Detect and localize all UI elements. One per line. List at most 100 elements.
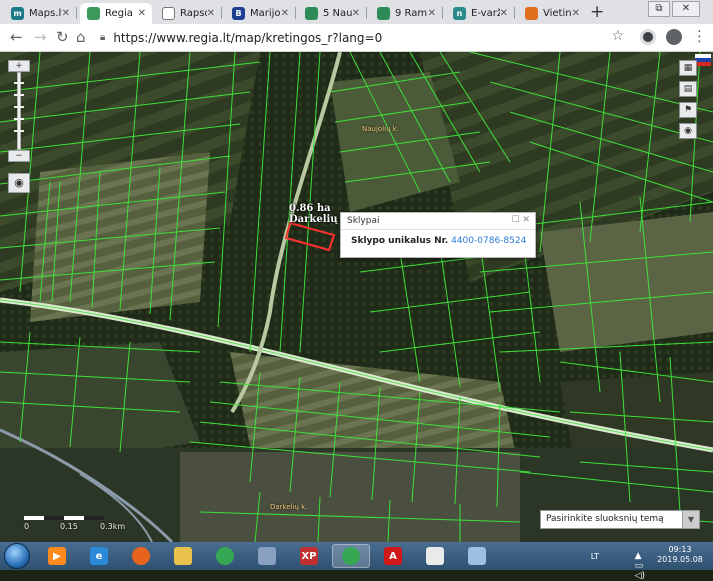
restore-window-button[interactable]: ⧉ [648,1,670,17]
browser-tab[interactable]: B Marijos✕ [225,3,295,24]
taskbar-app-button[interactable] [164,544,202,568]
browser-tab[interactable]: Rapso✕ [155,3,221,24]
layer-theme-value: Pasirinkite sluoksnių temą [546,514,664,524]
tab-close-icon[interactable]: ✕ [572,8,580,19]
language-indicator[interactable]: LT [591,552,599,561]
taskbar-app-button[interactable]: A [374,544,412,568]
e-auction-icon: n [453,7,466,20]
chevron-down-icon[interactable]: ▼ [682,511,699,528]
map-pin-icon [377,7,390,20]
browser-tab[interactable]: Regia ✕ [80,3,152,24]
xp-app-icon: XP [300,547,318,565]
firefox-icon [132,547,150,565]
tab-separator [442,7,443,19]
b-icon: B [232,7,245,20]
browser-tab-strip: + ⧉ ✕ mMaps.lt✕Regia✕Rapso✕BMarijos✕5 Na… [0,0,713,24]
parcel-number-link[interactable]: 4400-0786-8524 [451,236,526,246]
tab-label: Marijos [250,8,281,19]
taskbar-app-button[interactable] [122,544,160,568]
grid-view-icon[interactable]: ▦ [679,60,697,76]
taskbar-app-button[interactable]: e [80,544,118,568]
close-window-button[interactable]: ✕ [672,1,700,17]
tab-label: 5 Nauje [323,8,352,19]
bookmark-star-icon[interactable]: ☆ [611,28,624,44]
regia-icon [87,7,100,20]
locate-me-icon[interactable]: ◉ [8,173,30,193]
menu-kebab-icon[interactable]: ⋮ [692,27,707,45]
village-label-naujoliu: Naujolių k. [362,125,400,133]
tab-separator [514,7,515,19]
tab-close-icon[interactable]: ✕ [138,8,146,19]
scale-label-end: 0.3km [100,522,126,531]
taskbar-app-button[interactable] [416,544,454,568]
start-button[interactable] [4,543,30,569]
layers-icon[interactable]: ▤ [679,81,697,97]
taskbar-app-button[interactable] [248,544,286,568]
tab-separator [366,7,367,19]
browser-tab[interactable]: m Maps.lt ✕ [4,3,76,24]
clock-date: 2019.05.08 [657,555,703,564]
orange-globe-icon [525,7,538,20]
tray-icons[interactable]: ▲ ▭ ◁) [635,551,645,581]
chrome-icon [216,547,234,565]
home-button[interactable]: ⌂ [76,28,86,46]
file-explorer-icon [174,547,192,565]
close-icon[interactable]: ✕ [522,215,530,225]
map-canvas[interactable]: 0.86 ha Darkelių k. Naujolių k. Darkelių… [0,52,713,542]
taskbar-app-button[interactable]: ▶ [38,544,76,568]
tab-close-icon[interactable]: ✕ [281,8,289,19]
profile-avatar-icon[interactable] [666,29,682,45]
extension-icon[interactable] [640,29,656,45]
windows-taskbar: LT ▲ ▭ ◁) 09:13 2019.05.08 ▶ e XP A [0,542,713,581]
tab-separator [295,7,296,19]
back-button[interactable]: ← [10,28,23,46]
browser-toolbar: ← → ↻ ⌂ 🔒︎ https://www.regia.lt/map/kret… [0,24,713,52]
map-tools: ▦ ▤ ⚑ ◉ [679,60,699,144]
taskbar-app-button[interactable]: XP [290,544,328,568]
tab-close-icon[interactable]: ✕ [207,8,215,19]
reload-button[interactable]: ↻ [56,28,69,46]
browser-tab[interactable]: n E-varžy✕ [446,3,514,24]
clock[interactable]: 09:13 2019.05.08 [655,545,705,565]
scale-bar: 0 0.15 0.3km [24,516,134,538]
popup-header: Sklypai ☐ ✕ [341,213,535,230]
taskbar-app-button[interactable] [332,544,370,568]
new-tab-button[interactable]: + [590,2,604,22]
browser-tab[interactable]: 9 Ramu✕ [370,3,442,24]
tab-label: Maps.lt [29,8,62,19]
tab-close-icon[interactable]: ✕ [428,8,436,19]
tab-label: E-varžy [471,8,500,19]
internet-explorer-icon: e [90,547,108,565]
remote-desktop-icon [258,547,276,565]
tab-label: Vietinia [543,8,572,19]
taskbar-app-button[interactable] [458,544,496,568]
eye-icon[interactable]: ◉ [679,123,697,139]
scale-label-mid: 0.15 [60,522,78,531]
acrobat-icon: A [384,547,402,565]
flag-marker-icon[interactable]: ⚑ [679,102,697,118]
taskbar-app-button[interactable] [206,544,244,568]
zoom-slider[interactable] [8,72,30,150]
parcel-info-popup: Sklypai ☐ ✕ Sklypo unikalus Nr. 4400-078… [340,212,536,258]
tab-close-icon[interactable]: ✕ [352,8,360,19]
maps-lt-icon: m [11,7,24,20]
tab-label: Regia [105,8,133,19]
tab-close-icon[interactable]: ✕ [62,8,70,19]
popup-field-label: Sklypo unikalus Nr. [351,236,449,246]
browser-tab[interactable]: Vietinia✕ [518,3,586,24]
zoom-out-button[interactable]: − [8,150,30,162]
address-bar[interactable]: 🔒︎ https://www.regia.lt/map/kretingos_r?… [94,27,634,48]
map-pin-icon [305,7,318,20]
popup-title: Sklypai [347,216,380,226]
zoom-in-button[interactable]: + [8,60,30,72]
forward-button[interactable]: → [34,28,47,46]
tab-close-icon[interactable]: ✕ [500,8,508,19]
chrome-active-icon [342,547,360,565]
village-label-darkeliu: Darkelių k. [270,503,308,511]
tab-label: Rapso [180,8,207,19]
clock-time: 09:13 [668,545,692,554]
office-icon [426,547,444,565]
layer-theme-select[interactable]: Pasirinkite sluoksnių temą ▼ [540,510,700,529]
browser-tab[interactable]: 5 Nauje✕ [298,3,366,24]
maximize-icon[interactable]: ☐ [512,215,520,225]
